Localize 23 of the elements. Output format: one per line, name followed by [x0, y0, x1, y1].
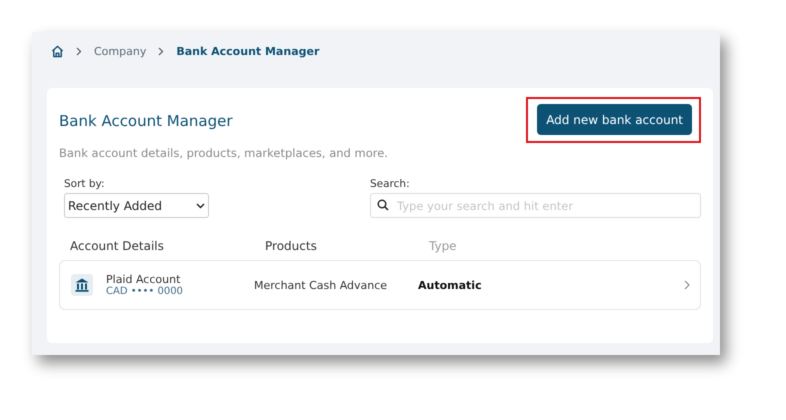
- bank-icon: [71, 274, 93, 296]
- column-header: Type: [429, 239, 457, 253]
- search-field[interactable]: Type your search and hit enter: [370, 193, 701, 218]
- type-text: Automatic: [418, 278, 483, 292]
- chevron-icon: [158, 47, 164, 56]
- chevron-icon: [684, 280, 690, 290]
- card-subtitle: Bank account details, products, marketplaces, and more.: [59, 146, 388, 160]
- column-header: Products: [265, 239, 318, 253]
- column-header: Account Details: [70, 239, 165, 253]
- breadcrumb-link[interactable]: Bank Account Manager: [176, 45, 320, 58]
- product-text: Merchant Cash Advance: [254, 278, 388, 292]
- add-button[interactable]: Add new bank account: [537, 104, 692, 135]
- home-icon[interactable]: [51, 45, 64, 58]
- account-name: Plaid Account: [106, 273, 182, 286]
- chevron-down-icon: [196, 202, 205, 208]
- account-number: CAD •••• 0000: [106, 286, 183, 297]
- search-label: Search:: [370, 178, 411, 190]
- card-title: Bank Account Manager: [59, 112, 234, 130]
- sort-label: Sort by:: [64, 178, 106, 190]
- sort-dropdown[interactable]: Recently Added: [64, 193, 209, 218]
- chevron-icon: [76, 47, 82, 56]
- account-row[interactable]: Plaid Account CAD •••• 0000 Merchant Cash Advance Automatic: [59, 260, 701, 310]
- breadcrumb-link[interactable]: Company: [94, 45, 146, 58]
